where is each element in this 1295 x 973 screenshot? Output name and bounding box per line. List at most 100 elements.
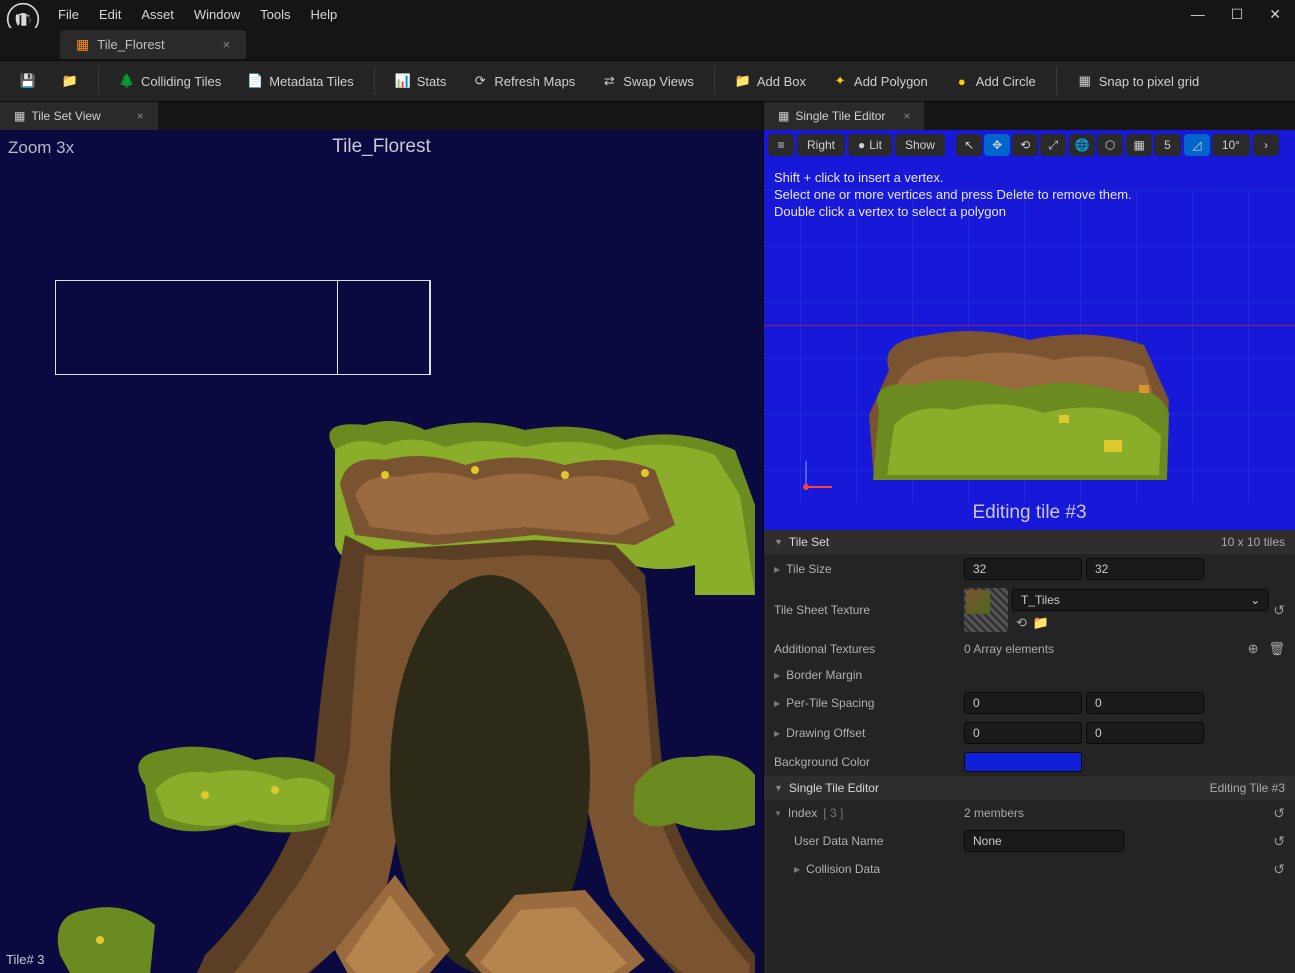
grid-icon: ▦ — [1133, 138, 1144, 152]
viewport-title: Tile_Florest — [332, 136, 431, 158]
reset-userdata-icon[interactable]: ↺ — [1273, 833, 1285, 850]
angle-snap-value[interactable]: 10° — [1212, 134, 1250, 156]
tile-size-y-input[interactable]: 32 — [1086, 558, 1204, 580]
single-tile-editor-tab[interactable]: ▦ Single Tile Editor × — [764, 102, 924, 130]
menu-tools[interactable]: Tools — [260, 7, 290, 22]
document-icon: 📄 — [247, 73, 263, 89]
tileset-section-header[interactable]: ▼ Tile Set 10 x 10 tiles — [764, 530, 1295, 554]
expand-icon[interactable]: ▶ — [774, 671, 780, 680]
clear-elements-icon[interactable]: 🗑 — [1268, 641, 1285, 657]
expand-icon[interactable]: ▶ — [774, 699, 780, 708]
swap-icon: ⇄ — [601, 73, 617, 89]
tileset-viewport[interactable]: Zoom 3x Tile_Florest — [0, 130, 763, 973]
collapse-icon: ▼ — [774, 537, 783, 547]
add-circle-button[interactable]: ●Add Circle — [944, 68, 1046, 94]
menu-edit[interactable]: Edit — [99, 7, 121, 22]
reset-collision-icon[interactable]: ↺ — [1273, 861, 1285, 878]
offset-x-input[interactable]: 0 — [964, 722, 1082, 744]
angle-icon: ◿ — [1192, 138, 1201, 152]
reset-index-icon[interactable]: ↺ — [1273, 805, 1285, 822]
grid-snap-button[interactable]: ▦ — [1126, 134, 1152, 156]
origin-gizmo-icon — [798, 455, 838, 495]
cursor-icon: ↖ — [964, 138, 974, 152]
menu-file[interactable]: File — [58, 7, 79, 22]
window-close-icon[interactable]: ✕ — [1269, 6, 1281, 23]
grid-snap-value[interactable]: 5 — [1154, 134, 1181, 156]
viewport-lit-button[interactable]: ●Lit — [848, 134, 892, 156]
sphere-icon: ● — [858, 138, 865, 152]
rotate-tool-button[interactable]: ⟲ — [1012, 134, 1038, 156]
main-tab-label: Tile_Florest — [97, 37, 164, 52]
grid-small-icon: ▦ — [778, 109, 789, 123]
metadata-tiles-button[interactable]: 📄Metadata Tiles — [237, 68, 364, 94]
tile-number-label: Tile# 3 — [6, 952, 45, 967]
editor-tab-close-icon[interactable]: × — [903, 109, 910, 123]
spacing-y-input[interactable]: 0 — [1086, 692, 1204, 714]
viewport-expand-button[interactable]: › — [1253, 134, 1279, 156]
collapse-icon[interactable]: ▼ — [774, 809, 782, 818]
magnet-icon: ⬡ — [1105, 138, 1115, 152]
window-maximize-icon[interactable]: ☐ — [1231, 6, 1244, 23]
move-tool-button[interactable]: ✥ — [984, 134, 1010, 156]
rotate-icon: ⟲ — [1020, 138, 1030, 152]
menu-asset[interactable]: Asset — [141, 7, 174, 22]
select-tool-button[interactable]: ↖ — [956, 134, 982, 156]
snap-grid-button[interactable]: ▦Snap to pixel grid — [1067, 68, 1209, 94]
save-button[interactable]: 💾 — [10, 68, 46, 94]
zoom-label: Zoom 3x — [8, 138, 74, 158]
refresh-icon: ⟳ — [472, 73, 488, 89]
stats-button[interactable]: 📊Stats — [385, 68, 457, 94]
main-tab[interactable]: ▦ Tile_Florest × — [60, 30, 246, 59]
single-tile-viewport[interactable]: ≡ Right ●Lit Show ↖ ✥ ⟲ ⤢ 🌐 ⬡ ▦ 5 — [764, 130, 1295, 530]
swap-views-button[interactable]: ⇄Swap Views — [591, 68, 704, 94]
world-space-button[interactable]: 🌐 — [1069, 134, 1095, 156]
circle-icon: ● — [954, 73, 970, 89]
use-selected-icon[interactable]: ⟲ — [1016, 615, 1027, 631]
menu-window[interactable]: Window — [194, 7, 240, 22]
tile-preview-art — [859, 325, 1179, 490]
browse-button[interactable]: 📁 — [52, 68, 88, 94]
menu-help[interactable]: Help — [310, 7, 337, 22]
expand-icon[interactable]: ▶ — [774, 729, 780, 738]
window-minimize-icon[interactable]: — — [1191, 6, 1205, 23]
reset-texture-icon[interactable]: ↺ — [1273, 602, 1285, 619]
userdata-input[interactable]: None — [964, 830, 1124, 852]
texture-thumbnail[interactable] — [964, 588, 1008, 632]
tile-size-x-input[interactable]: 32 — [964, 558, 1082, 580]
angle-snap-button[interactable]: ◿ — [1184, 134, 1210, 156]
tileset-tab-close-icon[interactable]: × — [137, 109, 144, 123]
bg-color-swatch[interactable] — [964, 752, 1082, 772]
viewport-show-button[interactable]: Show — [895, 134, 945, 156]
main-tab-close-icon[interactable]: × — [223, 37, 231, 52]
tileset-view-tab[interactable]: ▦ Tile Set View × — [0, 102, 158, 130]
expand-icon[interactable]: ▶ — [774, 565, 780, 574]
scale-tool-button[interactable]: ⤢ — [1040, 134, 1066, 156]
box-icon: 📁 — [735, 73, 751, 89]
save-icon: 💾 — [20, 73, 36, 89]
chevron-down-icon: ⌄ — [1250, 593, 1260, 607]
add-polygon-button[interactable]: ✦Add Polygon — [822, 68, 938, 94]
spacing-x-input[interactable]: 0 — [964, 692, 1082, 714]
refresh-maps-button[interactable]: ⟳Refresh Maps — [462, 68, 585, 94]
offset-y-input[interactable]: 0 — [1086, 722, 1204, 744]
hamburger-icon: ≡ — [777, 138, 784, 152]
collapse-icon: ▼ — [774, 783, 783, 793]
tile-selection-active — [337, 280, 431, 375]
texture-dropdown[interactable]: T_Tiles⌄ — [1012, 589, 1269, 611]
tree-icon: 🌲 — [119, 73, 135, 89]
viewport-view-button[interactable]: Right — [797, 134, 845, 156]
add-box-button[interactable]: 📁Add Box — [725, 68, 816, 94]
expand-icon[interactable]: ▶ — [794, 865, 800, 874]
axis-line — [764, 325, 1295, 326]
surface-snap-button[interactable]: ⬡ — [1097, 134, 1123, 156]
editor-hint-text: Shift + click to insert a vertex. Select… — [774, 170, 1132, 221]
add-element-icon[interactable]: ⊕ — [1248, 641, 1259, 657]
chart-icon: 📊 — [395, 73, 411, 89]
browse-asset-icon[interactable]: 📁 — [1033, 615, 1049, 631]
tileset-art — [55, 395, 760, 973]
single-tile-section-header[interactable]: ▼ Single Tile Editor Editing Tile #3 — [764, 776, 1295, 800]
viewport-menu-button[interactable]: ≡ — [768, 134, 794, 156]
colliding-tiles-button[interactable]: 🌲Colliding Tiles — [109, 68, 231, 94]
properties-panel: ▼ Tile Set 10 x 10 tiles ▶Tile Size 32 3… — [764, 530, 1295, 973]
grid-small-icon: ▦ — [14, 109, 25, 123]
